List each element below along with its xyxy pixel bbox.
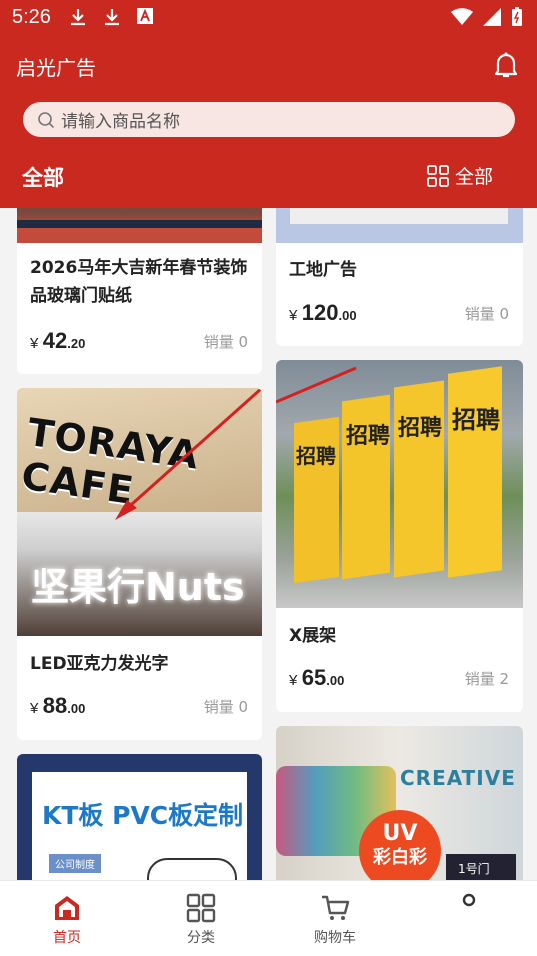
nav-cart-label: 购物车 xyxy=(314,930,356,946)
door-sign: 1号门 xyxy=(458,862,490,876)
nav-category-label: 分类 xyxy=(187,930,215,946)
product-sales: 销量 0 xyxy=(203,698,248,716)
product-grid: 2026马年大吉新年春节装饰品玻璃门贴纸 ¥ 42.20 销量 0 工地广告 ¥… xyxy=(0,208,537,880)
product-card[interactable]: 2026马年大吉新年春节装饰品玻璃门贴纸 ¥ 42.20 销量 0 xyxy=(17,208,262,374)
status-bar: 5:26 xyxy=(0,0,537,36)
product-name: X展架 xyxy=(289,626,337,646)
product-name: 2026马年大吉新年春节装饰品玻璃门贴纸 xyxy=(30,258,248,306)
product-price: ¥ 42.20 xyxy=(30,328,86,353)
download-icon xyxy=(102,7,122,27)
product-sales: 销量 2 xyxy=(464,670,509,688)
product-card[interactable]: 工地广告 ¥ 120.00 销量 0 xyxy=(276,208,523,346)
search-placeholder: 请输入商品名称 xyxy=(61,112,180,132)
nav-cart[interactable]: 购物车 xyxy=(268,881,402,956)
wifi-icon xyxy=(451,8,473,25)
nav-home-label: 首页 xyxy=(53,930,81,946)
product-sales: 销量 0 xyxy=(203,333,248,351)
arrow-annotation xyxy=(115,388,262,520)
tab-all[interactable]: 全部 xyxy=(22,162,64,192)
cart-icon xyxy=(322,895,350,920)
product-name: 工地广告 xyxy=(289,260,357,280)
bottom-navigation: 首页 分类 购物车 xyxy=(0,880,537,956)
user-icon xyxy=(462,893,476,907)
product-price: ¥ 120.00 xyxy=(289,300,357,325)
product-image xyxy=(17,208,262,243)
app-notification-icon xyxy=(136,7,156,27)
home-icon xyxy=(55,896,79,920)
uv-badge: UV 彩白彩 xyxy=(359,810,441,880)
grid-icon xyxy=(427,164,449,187)
product-price: ¥ 65.00 xyxy=(289,665,345,690)
product-price: ¥ 88.00 xyxy=(30,693,86,718)
glass-text: CREATIVE xyxy=(400,766,516,790)
battery-icon xyxy=(512,7,522,26)
system-status-icons xyxy=(451,7,523,27)
product-card[interactable]: TORAYA CAFE 坚果行Nuts LED亚克力发光字 ¥ 88.00 销量… xyxy=(17,388,262,740)
nav-category[interactable]: 分类 xyxy=(134,881,268,956)
category-all-button[interactable]: 全部 xyxy=(427,162,493,189)
product-card[interactable]: KT板 PVC板定制 公司制度 xyxy=(17,754,262,880)
kt-board-text: KT板 PVC板定制 xyxy=(42,801,244,830)
nav-home[interactable]: 首页 xyxy=(0,881,134,956)
arrow-annotation xyxy=(276,366,357,404)
page-title: 启光广告 xyxy=(16,56,96,80)
product-image: CREATIVE UV 彩白彩 1号门 xyxy=(276,726,523,880)
category-all-label: 全部 xyxy=(454,166,493,188)
product-image: KT板 PVC板定制 公司制度 xyxy=(17,754,262,880)
product-card[interactable]: 招聘 招聘 招聘 招聘 X展架 ¥ 65.00 销量 2 xyxy=(276,360,523,712)
search-input[interactable]: 请输入商品名称 xyxy=(23,102,515,137)
search-icon xyxy=(38,111,55,128)
notification-icons xyxy=(68,7,156,27)
app-header: 5:26 启光广告 请输入商品名称 全部 全部 xyxy=(0,0,537,208)
status-time: 5:26 xyxy=(12,6,51,28)
nav-profile[interactable] xyxy=(402,881,536,956)
signal-icon xyxy=(483,8,501,26)
product-name: LED亚克力发光字 xyxy=(30,654,169,674)
grid-icon xyxy=(186,893,216,923)
bell-icon[interactable] xyxy=(491,50,521,80)
product-sales: 销量 0 xyxy=(464,305,509,323)
product-image: 招聘 招聘 招聘 招聘 xyxy=(276,360,523,608)
product-image: TORAYA CAFE 坚果行Nuts xyxy=(17,388,262,636)
kt-board-sub: 公司制度 xyxy=(49,854,101,873)
product-image xyxy=(276,208,523,243)
download-icon xyxy=(68,7,88,27)
product-card[interactable]: CREATIVE UV 彩白彩 1号门 xyxy=(276,726,523,880)
